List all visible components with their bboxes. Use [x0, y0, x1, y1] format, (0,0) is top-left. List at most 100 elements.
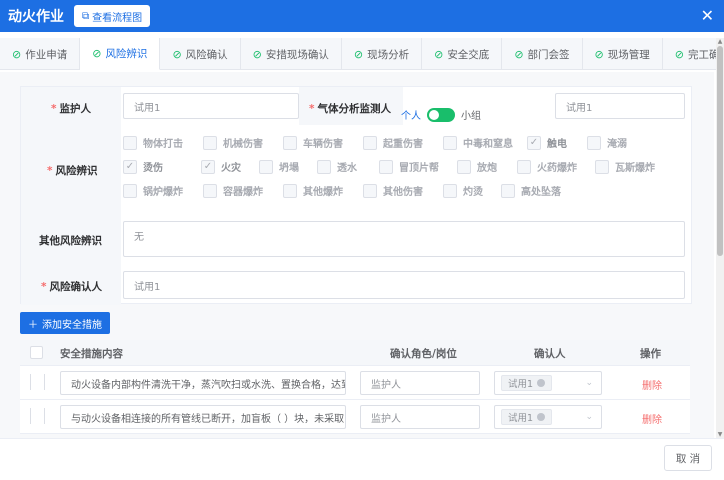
confirmer-select[interactable]: 试用1 ⌄	[494, 405, 602, 429]
risk-checkbox[interactable]: 瓦斯爆炸	[595, 159, 675, 174]
risk-row-2: ✓ 烫伤 ✓ 火灾 坍塌 透水 冒顶片帮 放炮 火药爆炸 瓦斯爆炸	[123, 159, 675, 174]
risk-checkbox[interactable]: 坍塌	[259, 159, 317, 174]
risk-option-label: 火灾	[221, 163, 241, 174]
row-checkbox-edge	[30, 408, 31, 424]
risk-option-label: 淹溺	[607, 139, 627, 150]
risk-option-label: 其他爆炸	[303, 187, 343, 198]
checkbox-box	[123, 183, 137, 198]
checkbox-box	[379, 159, 393, 174]
gas-analyst-input[interactable]: 试用1	[555, 93, 685, 119]
scroll-up-arrow-icon[interactable]: ▲	[716, 38, 724, 45]
remove-tag-icon[interactable]	[537, 413, 546, 421]
close-icon[interactable]: ✕	[701, 6, 714, 25]
header-action: 操作	[640, 348, 661, 360]
checkbox-box	[317, 159, 331, 174]
tab-label: 安全交底	[447, 48, 490, 61]
measure-content-input[interactable]: 动火设备内部构件清洗干净，蒸汽吹扫或水洗、置换合格，达到	[60, 371, 346, 395]
risk-checkbox[interactable]: ✓ 触电	[527, 135, 587, 150]
risk-checkbox[interactable]: 起重伤害	[363, 135, 443, 150]
add-safety-measure-label: 添加安全措施	[42, 319, 102, 331]
step-tabs: ⊘ 作业申请 ⊘ 风险辨识 ⊘ 风险确认 ⊘ 安措现场确认 ⊘ 现场分析 ⊘ 安全交底 ⊘ 部…	[0, 38, 724, 70]
cancel-button[interactable]: 取 消	[664, 445, 712, 471]
scrollbar-thumb[interactable]	[717, 46, 723, 256]
risk-checkbox[interactable]: ✓ 火灾	[201, 159, 259, 174]
checkbox-box	[123, 135, 137, 150]
risk-checkbox[interactable]: 其他爆炸	[283, 183, 363, 198]
risk-checkbox[interactable]: 冒顶片帮	[379, 159, 457, 174]
select-all-checkbox[interactable]	[30, 346, 43, 359]
check-circle-icon: ⊘	[594, 47, 604, 61]
confirmer-select[interactable]: 试用1 ⌄	[494, 371, 602, 395]
risk-option-label: 锅炉爆炸	[143, 187, 183, 198]
scroll-down-arrow-icon[interactable]: ▼	[716, 431, 724, 438]
chevron-down-icon: ⌄	[585, 412, 593, 422]
checkbox-box	[203, 183, 217, 198]
switch-right-label: 小组	[461, 111, 481, 122]
tab-risk-identification[interactable]: ⊘ 风险辨识	[80, 38, 161, 70]
risk-confirmer-label: * 风险确认人	[41, 281, 102, 293]
vertical-scrollbar[interactable]: ▲ ▼	[716, 38, 724, 438]
risk-option-label: 瓦斯爆炸	[615, 163, 655, 174]
switch-left-label: 个人	[401, 111, 421, 122]
risk-option-label: 放炮	[477, 163, 497, 174]
risk-checkbox[interactable]: 物体打击	[123, 135, 203, 150]
checkbox-box	[587, 135, 601, 150]
risk-confirmer-input[interactable]: 试用1	[123, 271, 685, 299]
view-flowchart-button[interactable]: ⧉ 查看流程图	[74, 5, 151, 27]
remove-tag-icon[interactable]	[537, 379, 546, 387]
check-circle-icon: ⊘	[12, 47, 22, 61]
risk-option-label: 冒顶片帮	[399, 163, 439, 174]
risk-checkbox[interactable]: 其他伤害	[363, 183, 443, 198]
delete-link[interactable]: 删除	[642, 411, 662, 426]
tab-job-application[interactable]: ⊘ 作业申请	[0, 38, 81, 70]
view-flowchart-label: 查看流程图	[92, 12, 143, 24]
risk-option-label: 车辆伤害	[303, 139, 343, 150]
check-circle-icon: ⊘	[514, 47, 524, 61]
risk-option-label: 火药爆炸	[537, 163, 577, 174]
guardian-label: * 监护人	[51, 103, 91, 115]
tab-onsite-analysis[interactable]: ⊘ 现场分析	[342, 38, 423, 70]
risk-checkbox[interactable]: 容器爆炸	[203, 183, 283, 198]
risk-checkbox[interactable]: 淹溺	[587, 135, 667, 150]
guardian-input[interactable]: 试用1	[123, 93, 299, 119]
tab-onsite-safety-confirmation[interactable]: ⊘ 安措现场确认	[241, 38, 342, 70]
check-circle-icon: ⊘	[353, 47, 364, 61]
risk-checkbox[interactable]: 放炮	[457, 159, 517, 174]
risk-checkbox[interactable]: 火药爆炸	[517, 159, 595, 174]
role-input[interactable]: 监护人	[360, 371, 480, 395]
checkbox-box	[595, 159, 609, 174]
role-input[interactable]: 监护人	[360, 405, 480, 429]
risk-checkbox[interactable]: 中毒和窒息	[443, 135, 527, 150]
risk-checkbox[interactable]: ✓ 烫伤	[123, 159, 201, 174]
risk-checkbox[interactable]: 机械伤害	[203, 135, 283, 150]
label-column	[21, 87, 121, 305]
row-checkbox-edge	[44, 408, 45, 424]
risk-checkbox[interactable]: 透水	[317, 159, 379, 174]
check-circle-icon: ⊘	[252, 47, 262, 61]
tab-label: 部门会签	[527, 48, 570, 61]
risk-checkbox[interactable]: 锅炉爆炸	[123, 183, 203, 198]
tab-safety-briefing[interactable]: ⊘ 安全交底	[422, 38, 503, 70]
risk-option-label: 物体打击	[143, 139, 183, 150]
delete-link[interactable]: 删除	[642, 377, 662, 392]
tab-completion-confirmation[interactable]: ⊘完工确认	[663, 38, 724, 70]
checkbox-box	[443, 135, 457, 150]
mode-switch[interactable]	[427, 107, 455, 122]
tab-onsite-management[interactable]: ⊘ 现场管理	[583, 38, 663, 70]
measure-content-input[interactable]: 与动火设备相连接的所有管线已断开，加盲板（ ）块，未采取	[60, 405, 346, 429]
risk-checkbox[interactable]: 灼烫	[443, 183, 501, 198]
person-group-toggle[interactable]: 个人 小组	[401, 107, 481, 122]
tab-risk-confirmation[interactable]: ⊘ 风险确认	[160, 38, 241, 70]
other-risk-textarea[interactable]: 无	[123, 221, 685, 257]
checkbox-box	[443, 183, 457, 198]
table-row: 与动火设备相连接的所有管线已断开，加盲板（ ）块，未采取 监护人 试用1 ⌄ 删…	[20, 400, 690, 434]
tab-label: 风险确认	[185, 48, 228, 61]
check-icon: ✓	[123, 159, 137, 174]
risk-form: * 监护人 试用1 * 气体分析监测人 个人 小组 试用1 * 风险辨识 物体打击 机…	[20, 86, 692, 305]
risk-checkbox[interactable]: 高处坠落	[501, 183, 581, 198]
add-safety-measure-button[interactable]: ＋ 添加安全措施	[20, 312, 110, 334]
check-circle-icon: ⊘	[674, 47, 684, 61]
tab-department-signoff[interactable]: ⊘ 部门会签	[502, 38, 583, 70]
risk-checkbox[interactable]: 车辆伤害	[283, 135, 363, 150]
risk-option-label: 触电	[547, 139, 567, 150]
